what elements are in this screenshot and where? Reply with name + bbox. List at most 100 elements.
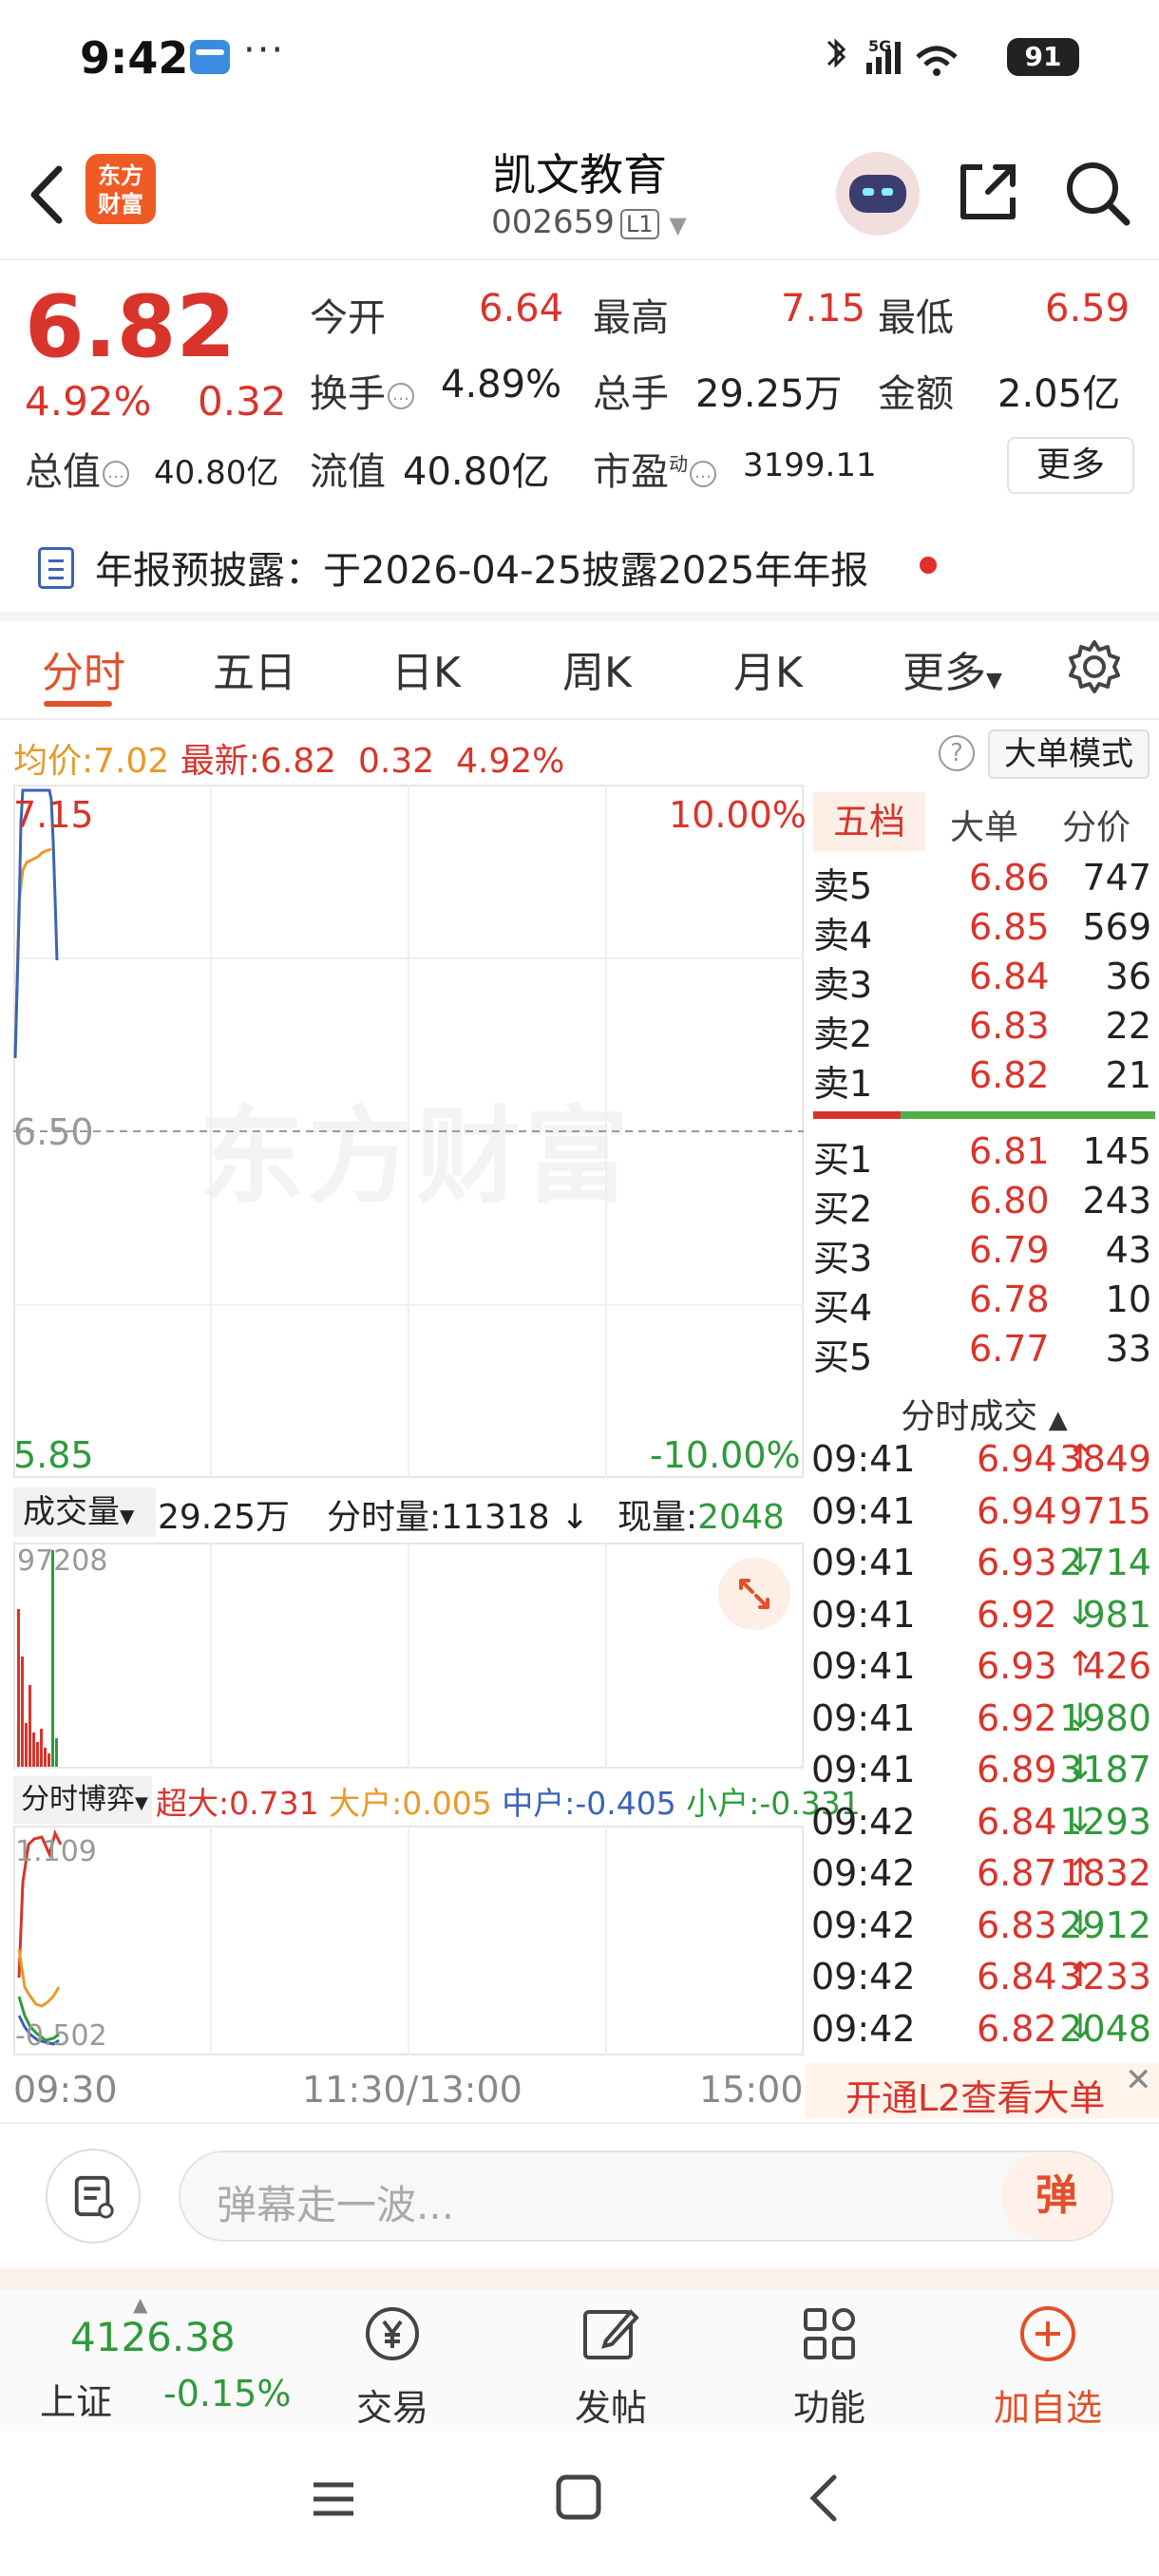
percent-change: 4.92% [25,378,152,425]
index-change[interactable]: -0.15% [163,2373,291,2415]
ask-level-row[interactable]: 卖1 6.82 21 [813,1054,1155,1105]
nav-add-watchlist[interactable]: 加自选 [986,2302,1110,2431]
trade-volume: 2912 [1059,1904,1151,1946]
level-volume: 243 [1082,1180,1151,1222]
ask-level-row[interactable]: 卖4 6.85 569 [813,906,1155,957]
eastmoney-logo[interactable]: 东方 财富 [86,154,156,224]
money-flow-summary: 超大:0.731 大户:0.005 中户:-0.405 小户:-0.331 [156,1785,861,1822]
trade-volume: 1832 [1059,1852,1151,1894]
ask-level-row[interactable]: 卖2 6.83 22 [813,1005,1155,1055]
amount-value: 2.05亿 [998,372,1121,416]
nav-functions[interactable]: 功能 [768,2302,891,2431]
search-icon[interactable] [1062,158,1132,228]
big-order-mode-button[interactable]: 大单模式 [988,729,1150,779]
level-price: 6.86 [969,857,1050,899]
help-icon[interactable]: ? [939,735,975,771]
tab-daily-k[interactable]: 日K [391,638,461,699]
edit-post-icon [583,2309,639,2359]
notes-settings-icon[interactable] [46,2149,141,2244]
close-icon[interactable]: ✕ [1125,2061,1152,2099]
level-price: 6.84 [969,956,1050,997]
index-name[interactable]: 上证 [40,2373,112,2425]
nav-functions-label: 功能 [792,2387,865,2429]
header-divider [0,258,1159,260]
volume-indicator-select[interactable]: 成交量▼ [13,1487,156,1537]
expand-icon[interactable] [718,1558,790,1630]
nav-post[interactable]: 发帖 [549,2302,673,2431]
trade-price: 6.82 [977,2007,1057,2050]
signal-icons: 5G [826,37,958,76]
danmu-toggle-button[interactable]: 弹 [1001,2152,1112,2240]
trade-price: 6.92 [977,1696,1057,1739]
chart-prev-close-label: 6.50 [13,1111,94,1153]
nav-add-watchlist-label: 加自选 [993,2387,1102,2429]
dropdown-icon: ▼ [120,1505,135,1527]
trade-volume: 1980 [1059,1696,1151,1739]
share-icon[interactable] [954,158,1022,226]
tab-big-orders[interactable]: 大单 [950,800,1018,849]
document-icon [38,547,74,589]
stock-code-selector[interactable]: 002659 L1 ▼ [446,203,732,241]
bid-level-row[interactable]: 买1 6.81 145 [813,1130,1155,1181]
low-label: 最低 [878,296,954,340]
index-value[interactable]: 4126.38 [70,2314,236,2360]
tab-weekly-k[interactable]: 周K [562,638,632,699]
ask-level-row[interactable]: 卖3 6.84 36 [813,956,1155,1006]
info-icon[interactable]: … [690,461,716,487]
trade-row: 09:41 6.94 9715 [811,1490,1155,1542]
trade-volume: 3233 [1059,1956,1151,1998]
annual-report-notice[interactable]: 年报预披露：于2026-04-25披露2025年年报 [95,540,868,595]
more-quote-button[interactable]: 更多 [1007,437,1134,494]
bid-level-row[interactable]: 买2 6.80 243 [813,1180,1155,1230]
status-time: 9:42 [80,32,189,84]
turnover-value: 4.89% [441,363,562,407]
back-arrow-icon[interactable] [21,161,78,228]
home-icon[interactable] [555,2473,602,2523]
volume-max-label: 97208 [17,1544,108,1578]
gear-icon[interactable] [1066,638,1123,695]
level-price: 6.78 [969,1279,1050,1320]
trade-price: 6.92 [977,1593,1057,1636]
ask-level-row[interactable]: 卖5 6.86 747 [813,857,1155,907]
trade-volume: 1293 [1059,1800,1151,1843]
trade-row: 09:42 6.87 ↑ 1832 [811,1852,1155,1904]
float-cap-label: 流值 [310,450,386,494]
trades-title[interactable]: 分时成交 ▲ [813,1389,1155,1438]
back-icon[interactable] [802,2473,849,2523]
time-axis-start: 09:30 [13,2069,118,2111]
l2-upgrade-text[interactable]: 开通L2查看大单 [846,2069,1105,2121]
trade-volume: 2714 [1059,1542,1151,1583]
trade-volume: 426 [1082,1645,1151,1687]
tab-five-day[interactable]: 五日 [213,638,296,699]
menu-icon[interactable] [310,2475,357,2523]
bid-level-row[interactable]: 买4 6.78 10 [813,1279,1155,1329]
high-label: 最高 [593,296,669,340]
trade-time: 09:41 [811,1749,916,1790]
tab-monthly-k[interactable]: 月K [733,638,803,699]
turnover-label: 换手… [310,363,414,418]
more-notifications-icon: ··· [243,28,286,72]
stock-name: 凯文教育 [492,149,667,200]
flow-indicator-select[interactable]: 分时博弈▼ [13,1776,152,1824]
tab-price-distribution[interactable]: 分价 [1062,800,1130,849]
trade-row: 09:41 6.92 ↓ 1980 [811,1697,1155,1749]
ai-robot-avatar-icon[interactable] [836,152,920,236]
intraday-summary: 均价:7.02 最新:6.82 0.32 4.92% [13,742,565,781]
tab-intraday[interactable]: 分时 [42,638,125,699]
level-volume: 33 [1105,1328,1151,1370]
level-volume: 747 [1082,857,1151,899]
info-icon[interactable]: … [103,461,129,487]
bid-level-row[interactable]: 买3 6.79 43 [813,1229,1155,1279]
nav-trade[interactable]: 交易 [331,2302,454,2431]
trade-time: 09:42 [811,2007,916,2050]
tab-more[interactable]: 更多▼ [902,638,1002,699]
tab-five-levels[interactable]: 五档 [813,792,925,851]
level-label: 买4 [813,1287,873,1329]
info-icon[interactable]: … [388,383,414,409]
pe-label: 市盈动… [593,441,716,496]
level-tag: L1 [619,208,659,239]
bid-level-row[interactable]: 买5 6.77 33 [813,1328,1155,1378]
level-volume: 569 [1082,906,1151,948]
chevron-down-icon: ▼ [669,212,687,238]
comment-divider [0,2122,1159,2124]
